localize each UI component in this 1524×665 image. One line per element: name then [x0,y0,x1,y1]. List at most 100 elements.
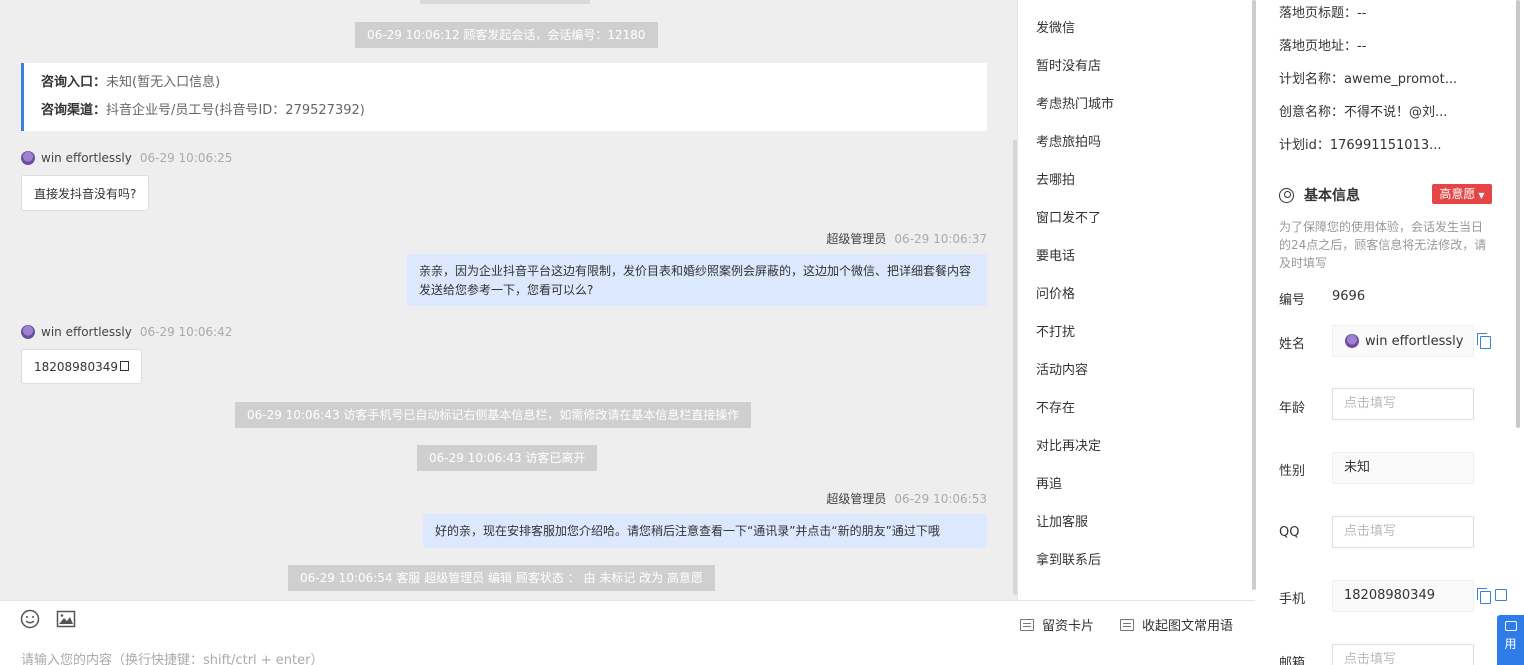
previous-message-stub [420,0,590,4]
plan-name: 计划名称：aweme_promot... [1279,72,1458,87]
incoming-message[interactable]: 直接发抖音没有吗? [21,175,150,211]
quick-reply-item[interactable]: 窗口发不了 [1036,207,1101,226]
external-link-icon[interactable] [1495,589,1507,601]
quick-reply-item[interactable]: 考虑热门城市 [1036,93,1114,112]
gender-label: 性别 [1279,464,1306,479]
qq-label: QQ [1279,525,1300,540]
message-time: 06-29 10:06:42 [139,325,233,339]
message-text: 亲亲，因为企业抖音平台这边有限制，发价目表和婚纱照案例会屏蔽的，这边加个微信、把… [419,264,972,297]
message-text: 好的亲，现在安排客服加您介绍哈。请您稍后注意查看一下“通讯录”并点击“新的朋友”… [435,524,940,538]
quick-reply-item[interactable]: 不存在 [1036,397,1075,416]
message-sender: 超级管理员 06-29 10:06:37 [826,230,987,247]
avatar [21,151,35,165]
card-icon [1020,618,1034,631]
customer-info-panel: 落地页标题：-- 落地页地址：-- 计划名称：aweme_promot... 创… [1259,0,1524,665]
incoming-message[interactable]: 18208980349 [21,349,142,384]
system-message-visitor-left: 06-29 10:06:43 访客已离开 [417,445,598,471]
message-time: 06-29 10:06:53 [894,491,987,506]
system-message-phone-marked: 06-29 10:06:43 访客手机号已自动标记右侧基本信息栏，如需修改请在基… [235,402,752,428]
quick-reply-item[interactable]: 暂时没有店 [1036,55,1101,74]
emoji-icon[interactable] [20,609,40,629]
message-sender: win effortlessly 06-29 10:06:42 [21,325,232,339]
phrases-icon [1120,618,1134,631]
copy-name-icon[interactable] [1477,333,1491,349]
message-input-placeholder[interactable]: 请输入您的内容（换行快捷键：shift/ctrl + enter） [21,649,324,665]
quick-reply-item[interactable]: 去哪拍 [1036,169,1075,188]
copy-icon[interactable] [119,360,129,371]
system-message-status-edit: 06-29 10:06:54 客服 超级管理员 编辑 顾客状态 ： 由 未标记 … [288,565,715,591]
message-text: 18208980349 [34,359,118,374]
sender-name: win effortlessly [41,325,132,339]
consult-channel-value: 抖音企业号/员工号(抖音号ID：279527392) [106,103,365,118]
quick-reply-item[interactable]: 考虑旅拍吗 [1036,131,1101,150]
quick-reply-item[interactable]: 拿到联系后 [1036,549,1101,568]
email-label: 邮箱 [1279,656,1306,665]
email-field[interactable]: 点击填写 [1332,644,1474,665]
consult-channel-row: 咨询渠道：抖音企业号/员工号(抖音号ID：279527392) [41,100,987,128]
consult-channel-label: 咨询渠道： [41,103,107,118]
name-field[interactable]: win effortlessly [1332,325,1474,357]
user-icon [1279,187,1294,203]
quick-reply-item[interactable]: 再追 [1036,473,1062,492]
lead-card-label: 留资卡片 [1042,619,1095,634]
plan-id: 计划id：176991151013... [1279,138,1442,153]
landing-page-url: 落地页地址：-- [1279,39,1367,54]
sender-name: win effortlessly [41,151,132,165]
floating-help-button[interactable]: 用 [1497,615,1524,665]
sender-name: 超级管理员 [826,492,887,506]
collapse-phrases-label: 收起图文常用语 [1142,619,1234,634]
consult-entry-label: 咨询入口： [41,75,107,90]
id-label: 编号 [1279,293,1306,308]
caret-down-icon: ▼ [1478,191,1485,200]
image-icon[interactable] [56,609,76,629]
qq-field[interactable]: 点击填写 [1332,516,1474,548]
name-value: win effortlessly [1365,333,1464,349]
avatar [21,325,35,339]
quick-reply-item[interactable]: 问价格 [1036,283,1075,302]
basic-info-label: 基本信息 [1304,188,1360,204]
avatar [1345,334,1359,348]
gender-field[interactable]: 未知 [1332,452,1474,484]
chat-history[interactable]: 06-29 10:06:12 顾客发起会话，会话编号：12180 咨询入口：未知… [0,0,1017,600]
message-text: 直接发抖音没有吗? [34,186,137,201]
copy-phone-icon[interactable] [1477,588,1491,604]
name-label: 姓名 [1279,337,1306,352]
intent-status-label: 高意愿 [1439,187,1476,201]
id-value: 9696 [1332,289,1366,304]
consult-entry-row: 咨询入口：未知(暂无入口信息) [41,72,987,100]
age-label: 年龄 [1279,401,1306,416]
lead-card-button[interactable]: 留资卡片 [1020,615,1094,634]
panel-scrollbar[interactable] [1516,0,1520,428]
phone-label: 手机 [1279,592,1306,607]
chat-workspace: 06-29 10:06:12 顾客发起会话，会话编号：12180 咨询入口：未知… [0,0,1524,665]
quick-reply-item[interactable]: 要电话 [1036,245,1075,264]
consult-entry-value: 未知(暂无入口信息) [106,75,221,90]
message-input-area[interactable]: 留资卡片 收起图文常用语 请输入您的内容（换行快捷键：shift/ctrl + … [0,600,1255,665]
landing-page-title: 落地页标题：-- [1279,6,1367,21]
quick-reply-item[interactable]: 发微信 [1036,17,1075,36]
age-field[interactable]: 点击填写 [1332,388,1474,420]
creative-name: 创意名称：不得不说！@刘... [1279,105,1448,120]
consult-info-card: 咨询入口：未知(暂无入口信息) 咨询渠道：抖音企业号/员工号(抖音号ID：279… [21,63,987,131]
message-time: 06-29 10:06:37 [894,231,987,246]
message-sender: win effortlessly 06-29 10:06:25 [21,151,232,165]
floating-help-label: 用 [1504,637,1517,651]
system-message-session-start: 06-29 10:06:12 顾客发起会话，会话编号：12180 [355,22,658,48]
quick-reply-item[interactable]: 让加客服 [1036,511,1088,530]
phone-field[interactable]: 18208980349 [1332,580,1474,612]
collapse-phrases-button[interactable]: 收起图文常用语 [1120,615,1233,634]
message-icon [1504,621,1517,631]
quick-reply-scrollbar[interactable] [1252,0,1256,590]
message-time: 06-29 10:06:25 [139,151,233,165]
basic-info-title: 基本信息 [1279,185,1360,205]
edit-notice: 为了保障您的使用体验，会话发生当日的24点之后，顾客信息将无法修改，请及时填写 [1279,220,1487,270]
quick-reply-list: 发微信 暂时没有店 考虑热门城市 考虑旅拍吗 去哪拍 窗口发不了 要电话 问价格… [1017,0,1255,600]
sender-name: 超级管理员 [826,232,887,246]
outgoing-message[interactable]: 亲亲，因为企业抖音平台这边有限制，发价目表和婚纱照案例会屏蔽的，这边加个微信、把… [407,254,987,306]
quick-reply-item[interactable]: 对比再决定 [1036,435,1101,454]
intent-status-dropdown[interactable]: 高意愿 ▼ [1432,184,1492,204]
quick-reply-item[interactable]: 不打扰 [1036,321,1075,340]
message-sender: 超级管理员 06-29 10:06:53 [826,490,987,507]
quick-reply-item[interactable]: 活动内容 [1036,359,1088,378]
outgoing-message[interactable]: 好的亲，现在安排客服加您介绍哈。请您稍后注意查看一下“通讯录”并点击“新的朋友”… [423,514,987,548]
